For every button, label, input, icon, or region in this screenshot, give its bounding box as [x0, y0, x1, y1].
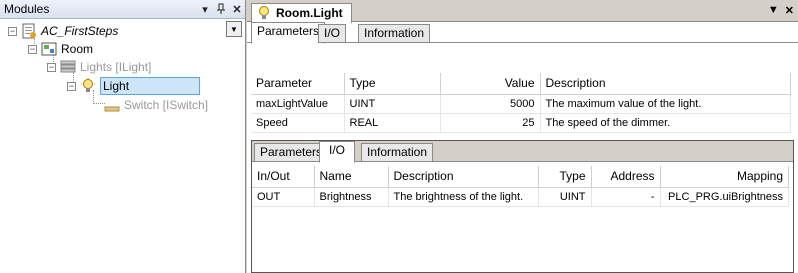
table-cell: maxLightValue — [251, 94, 345, 114]
modules-pane-title: Modules — [4, 2, 50, 16]
document-tab-label: Room.Light — [276, 6, 343, 20]
tree-item-label: AC_FirstSteps — [41, 24, 119, 38]
table-cell: UINT — [538, 187, 592, 207]
tab-io[interactable]: I/O — [319, 141, 355, 163]
table-cell: OUT — [252, 187, 315, 207]
module-tree: ▼ − AC_FirstSteps − Room − Lights [ILigh… — [0, 19, 245, 273]
collapse-icon[interactable]: − — [8, 26, 17, 36]
tab-io[interactable]: I/O — [318, 24, 347, 43]
tree-item-label: Switch [ISwitch] — [124, 98, 209, 112]
tree-item-label: Room — [61, 42, 94, 56]
io-table: In/Out Name Description Type Address Map… — [252, 166, 789, 207]
document-controls: ▼ ✕ — [768, 4, 794, 17]
slot-icon — [60, 59, 76, 75]
io-editor: Parameters I/O Information In/Out Name D… — [251, 140, 794, 273]
column-header[interactable]: Address — [591, 166, 661, 188]
table-cell: Speed — [251, 113, 345, 133]
tree-item-project[interactable]: − AC_FirstSteps — [8, 22, 118, 40]
tree-item-light[interactable]: − Light — [67, 77, 201, 95]
tree-item-label: Lights [ILight] — [80, 60, 152, 74]
tree-menu-button[interactable]: ▼ — [226, 21, 242, 37]
close-icon[interactable]: ✕ — [785, 4, 794, 17]
tree-item-label: Light — [100, 77, 201, 95]
table-cell[interactable]: 5000 — [440, 94, 541, 114]
parameters-panel: Parameter Type Value Description maxLigh… — [251, 73, 794, 141]
column-header[interactable]: Description — [388, 166, 539, 188]
column-header[interactable]: Parameter — [251, 73, 345, 95]
table-row[interactable]: OUT Brightness The brightness of the lig… — [252, 187, 789, 207]
table-cell: The brightness of the light. — [388, 187, 539, 207]
editor-tabs: Parameters I/O Information — [247, 22, 798, 44]
room-icon — [41, 41, 57, 57]
table-cell: Brightness — [314, 187, 389, 207]
switch-slot-icon — [104, 97, 120, 113]
column-header[interactable]: Mapping — [660, 166, 789, 188]
table-cell[interactable]: 25 — [440, 113, 541, 133]
dropdown-icon[interactable]: ▾ — [197, 1, 213, 17]
modules-pane: Modules ▾ ✕ ▼ − AC_FirstSteps − Room − L… — [0, 0, 246, 273]
table-cell: REAL — [344, 113, 441, 133]
table-row[interactable]: Speed REAL 25 The speed of the dimmer. — [251, 113, 791, 133]
modules-pane-header: Modules ▾ ✕ — [0, 0, 245, 19]
table-row[interactable]: maxLightValue UINT 5000 The maximum valu… — [251, 94, 791, 114]
column-header[interactable]: In/Out — [252, 166, 315, 188]
document-tabstrip: Room.Light ▼ ✕ — [247, 0, 798, 23]
table-cell: UINT — [344, 94, 441, 114]
tree-item-switch-slot[interactable]: Switch [ISwitch] — [104, 96, 208, 114]
tab-parameters[interactable]: Parameters — [254, 143, 329, 162]
table-cell: The maximum value of the light. — [540, 94, 791, 114]
collapse-icon[interactable]: − — [47, 62, 56, 72]
column-header[interactable]: Name — [314, 166, 389, 188]
tree-item-room[interactable]: − Room — [28, 40, 93, 58]
bulb-icon — [80, 78, 96, 94]
tree-item-lights-slot[interactable]: − Lights [ILight] — [47, 58, 151, 76]
io-editor-tabs: Parameters I/O Information — [252, 141, 793, 163]
column-header[interactable]: Description — [540, 73, 791, 95]
close-icon[interactable]: ✕ — [229, 1, 245, 17]
tab-parameters[interactable]: Parameters — [251, 22, 326, 44]
column-header[interactable]: Type — [344, 73, 441, 95]
column-header[interactable]: Value — [440, 73, 541, 95]
editor-pane: Room.Light ▼ ✕ Parameters I/O Informatio… — [247, 0, 798, 273]
tab-information[interactable]: Information — [361, 143, 434, 162]
parameters-table: Parameter Type Value Description maxLigh… — [251, 73, 791, 133]
tab-information[interactable]: Information — [358, 24, 431, 43]
table-cell: The speed of the dimmer. — [540, 113, 791, 133]
collapse-icon[interactable]: − — [28, 44, 37, 54]
table-cell[interactable]: PLC_PRG.uiBrightness — [660, 187, 789, 207]
table-header: In/Out Name Description Type Address Map… — [252, 166, 789, 188]
collapse-icon[interactable]: − — [67, 81, 76, 91]
table-cell[interactable]: - — [591, 187, 661, 207]
tab-menu-icon[interactable]: ▼ — [768, 4, 779, 17]
document-tab[interactable]: Room.Light — [251, 3, 352, 23]
project-icon — [21, 23, 37, 39]
app-window: Modules ▾ ✕ ▼ − AC_FirstSteps − Room − L… — [0, 0, 798, 273]
table-header: Parameter Type Value Description — [251, 73, 791, 95]
column-header[interactable]: Type — [538, 166, 592, 188]
pin-icon[interactable] — [213, 1, 229, 17]
